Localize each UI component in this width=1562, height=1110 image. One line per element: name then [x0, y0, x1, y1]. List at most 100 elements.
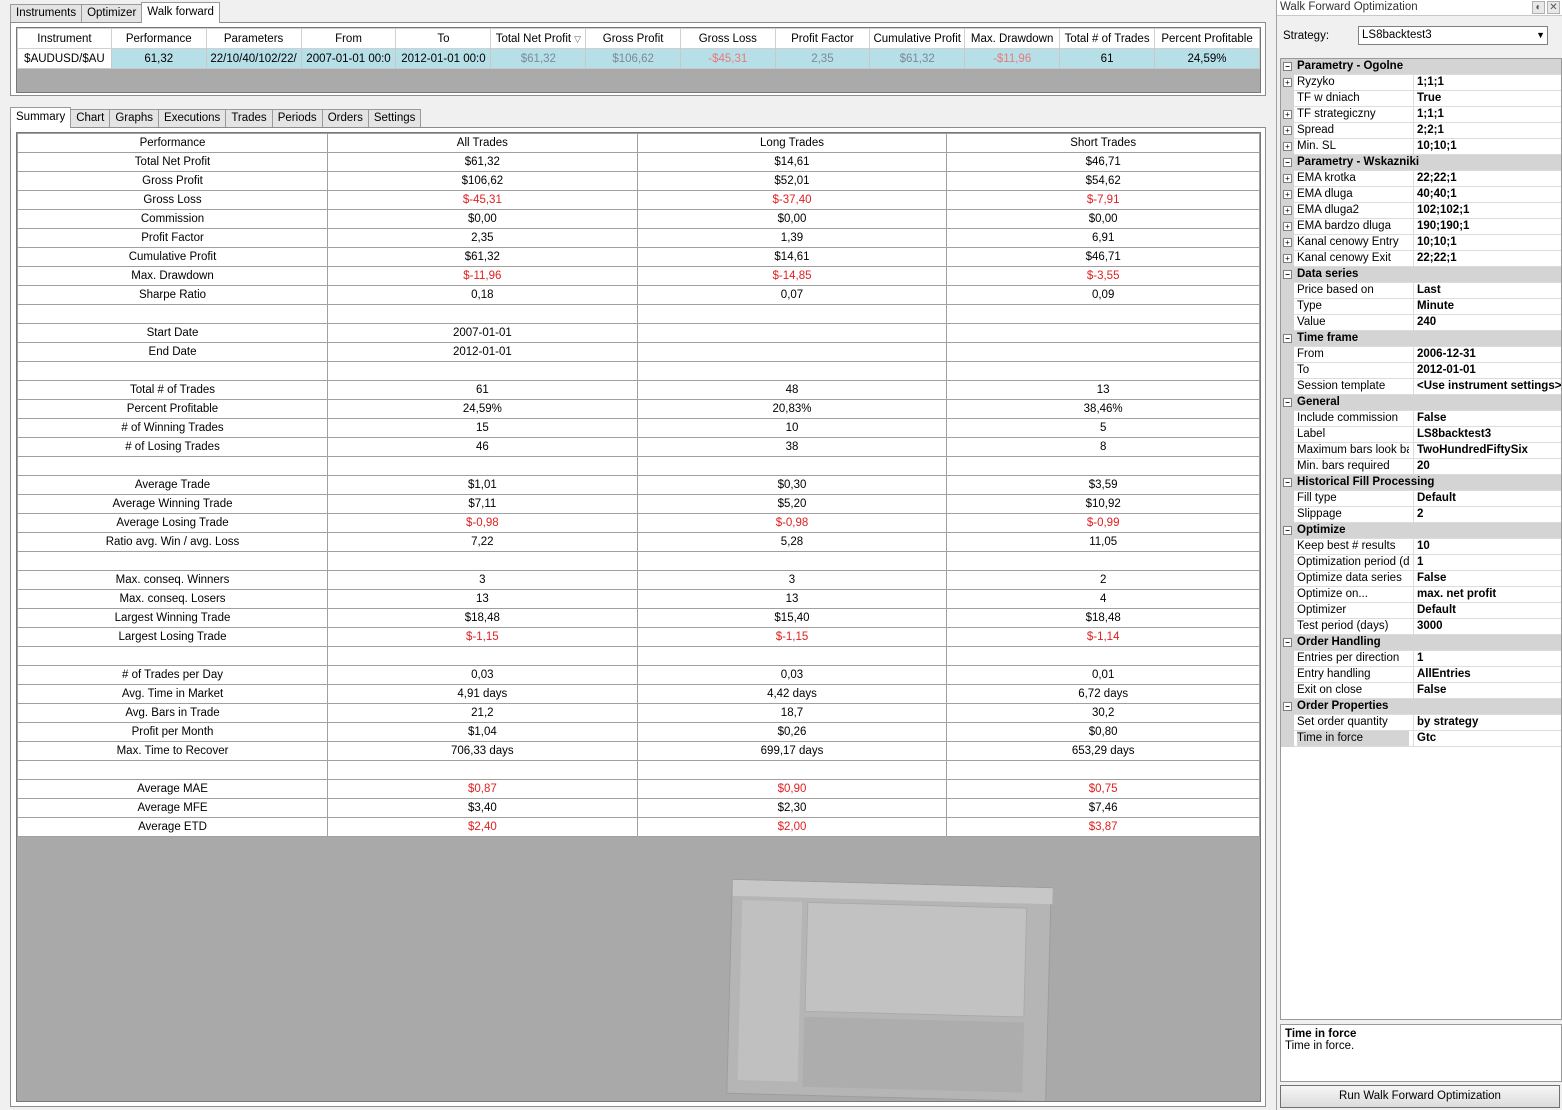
summary-column-header[interactable]: All Trades	[327, 133, 638, 153]
column-header[interactable]: From	[300, 28, 397, 49]
property-value[interactable]: 2012-01-01	[1413, 363, 1561, 378]
collapse-icon[interactable]: −	[1283, 158, 1292, 167]
summary-column-header[interactable]: Short Trades	[946, 133, 1260, 153]
property-value[interactable]: AllEntries	[1413, 667, 1561, 682]
property-category[interactable]: − Historical Fill Processing	[1281, 475, 1561, 491]
column-header[interactable]: Instrument	[17, 28, 112, 49]
property-row[interactable]: Min. bars required 20	[1281, 459, 1561, 475]
property-category[interactable]: − Data series	[1281, 267, 1561, 283]
property-row[interactable]: + EMA dluga 40;40;1	[1281, 187, 1561, 203]
dropdown-arrow-icon[interactable]: ▼	[1536, 27, 1545, 44]
strategy-select[interactable]: LS8backtest3 ▼	[1358, 26, 1548, 45]
property-value[interactable]: max. net profit	[1413, 587, 1561, 602]
property-value[interactable]: 3000	[1413, 619, 1561, 634]
column-header[interactable]: To	[395, 28, 492, 49]
property-row[interactable]: Keep best # results 10	[1281, 539, 1561, 555]
property-value[interactable]: 1	[1413, 651, 1561, 666]
collapse-icon[interactable]: −	[1283, 526, 1292, 535]
property-category[interactable]: − Order Handling	[1281, 635, 1561, 651]
property-value[interactable]: 2006-12-31	[1413, 347, 1561, 362]
tab-periods[interactable]: Periods	[271, 109, 323, 128]
property-category[interactable]: − Parametry - Wskazniki	[1281, 155, 1561, 171]
property-category[interactable]: − Time frame	[1281, 331, 1561, 347]
property-value[interactable]: TwoHundredFiftySix	[1413, 443, 1561, 458]
collapse-icon[interactable]: −	[1283, 270, 1292, 279]
property-row[interactable]: + Kanal cenowy Exit 22;22;1	[1281, 251, 1561, 267]
column-header[interactable]: Gross Loss	[679, 28, 776, 49]
property-value[interactable]: 1	[1413, 555, 1561, 570]
expand-icon[interactable]: +	[1283, 174, 1292, 183]
property-row[interactable]: Slippage 2	[1281, 507, 1561, 523]
property-category[interactable]: − Parametry - Ogolne	[1281, 59, 1561, 75]
tab-summary[interactable]: Summary	[10, 107, 72, 128]
property-row[interactable]: + Spread 2;2;1	[1281, 123, 1561, 139]
tab-executions[interactable]: Executions	[158, 109, 227, 128]
property-value[interactable]: 40;40;1	[1413, 187, 1561, 202]
summary-column-header[interactable]: Long Trades	[636, 133, 948, 153]
property-row[interactable]: Price based on Last	[1281, 283, 1561, 299]
property-value[interactable]: 1;1;1	[1413, 107, 1561, 122]
property-value[interactable]: LS8backtest3	[1413, 427, 1561, 442]
property-value[interactable]: 22;22;1	[1413, 251, 1561, 266]
property-row[interactable]: Optimize data series False	[1281, 571, 1561, 587]
property-row[interactable]: Exit on close False	[1281, 683, 1561, 699]
run-walk-forward-button[interactable]: Run Walk Forward Optimization	[1280, 1085, 1560, 1108]
tab-chart[interactable]: Chart	[70, 109, 111, 128]
expand-icon[interactable]: +	[1283, 78, 1292, 87]
expand-icon[interactable]: +	[1283, 238, 1292, 247]
tab-instruments[interactable]: Instruments	[10, 4, 83, 23]
property-value[interactable]: False	[1413, 571, 1561, 586]
property-row[interactable]: Optimize on... max. net profit	[1281, 587, 1561, 603]
property-value[interactable]: 10;10;1	[1413, 235, 1561, 250]
property-row[interactable]: Entry handling AllEntries	[1281, 667, 1561, 683]
property-value[interactable]: Default	[1413, 603, 1561, 618]
property-row[interactable]: + Ryzyko 1;1;1	[1281, 75, 1561, 91]
expand-icon[interactable]: +	[1283, 190, 1292, 199]
tab-settings[interactable]: Settings	[367, 109, 422, 128]
property-value[interactable]: 2;2;1	[1413, 123, 1561, 138]
column-header[interactable]: Percent Profitable	[1154, 28, 1260, 49]
tab-graphs[interactable]: Graphs	[109, 109, 160, 128]
property-value[interactable]: 22;22;1	[1413, 171, 1561, 186]
column-header[interactable]: Cumulative Profit	[869, 28, 966, 49]
property-row[interactable]: From 2006-12-31	[1281, 347, 1561, 363]
property-row[interactable]: To 2012-01-01	[1281, 363, 1561, 379]
property-row[interactable]: Optimizer Default	[1281, 603, 1561, 619]
property-value[interactable]: 2	[1413, 507, 1561, 522]
summary-column-header[interactable]: Performance	[17, 133, 329, 153]
property-value[interactable]: <Use instrument settings>	[1413, 379, 1561, 394]
expand-icon[interactable]: +	[1283, 254, 1292, 263]
column-header[interactable]: Gross Profit	[585, 28, 681, 49]
property-category[interactable]: − Optimize	[1281, 523, 1561, 539]
property-category[interactable]: − General	[1281, 395, 1561, 411]
property-row[interactable]: Time in force Gtc	[1281, 731, 1561, 747]
property-row[interactable]: Include commission False	[1281, 411, 1561, 427]
result-row[interactable]: $AUDUSD/$AU 61,32 22/10/40/102/22/2007-01-…	[17, 48, 1260, 69]
expand-icon[interactable]: +	[1283, 222, 1292, 231]
tab-walk-forward[interactable]: Walk forward	[141, 2, 220, 23]
column-header[interactable]: Total # of Trades	[1059, 28, 1156, 49]
property-row[interactable]: + Min. SL 10;10;1	[1281, 139, 1561, 155]
pin-icon[interactable]: ◐	[1532, 1, 1545, 14]
property-row[interactable]: + Kanal cenowy Entry 10;10;1	[1281, 235, 1561, 251]
property-value[interactable]: Default	[1413, 491, 1561, 506]
expand-icon[interactable]: +	[1283, 126, 1292, 135]
property-value[interactable]: 20	[1413, 459, 1561, 474]
expand-icon[interactable]: +	[1283, 142, 1292, 151]
property-value[interactable]: False	[1413, 683, 1561, 698]
property-row[interactable]: Optimization period (da 1	[1281, 555, 1561, 571]
property-value[interactable]: 10	[1413, 539, 1561, 554]
collapse-icon[interactable]: −	[1283, 62, 1292, 71]
property-value[interactable]: 102;102;1	[1413, 203, 1561, 218]
column-header[interactable]: Parameters	[205, 28, 302, 49]
property-row[interactable]: Value 240	[1281, 315, 1561, 331]
property-row[interactable]: + EMA bardzo dluga 190;190;1	[1281, 219, 1561, 235]
collapse-icon[interactable]: −	[1283, 478, 1292, 487]
tab-optimizer[interactable]: Optimizer	[81, 4, 143, 23]
property-row[interactable]: + EMA krotka 22;22;1	[1281, 171, 1561, 187]
property-row[interactable]: + EMA dluga2 102;102;1	[1281, 203, 1561, 219]
property-value[interactable]: 1;1;1	[1413, 75, 1561, 90]
expand-icon[interactable]: +	[1283, 110, 1292, 119]
property-row[interactable]: Fill type Default	[1281, 491, 1561, 507]
expand-icon[interactable]: +	[1283, 206, 1292, 215]
